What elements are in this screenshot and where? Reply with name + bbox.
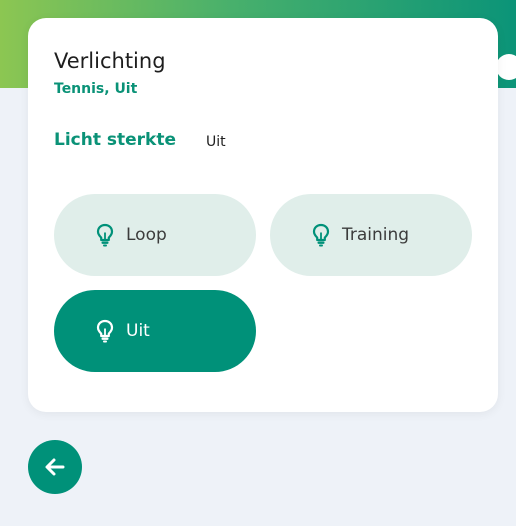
light-strength-label: Licht sterkte <box>54 130 177 150</box>
card-title: Verlichting <box>54 49 166 73</box>
lightbulb-icon <box>96 223 114 247</box>
card-subtitle: Tennis, Uit <box>54 81 138 97</box>
light-strength-value: Uit <box>206 134 226 150</box>
mode-button-uit[interactable]: Uit <box>54 290 256 372</box>
lightbulb-icon <box>96 319 114 343</box>
mode-label-uit: Uit <box>126 321 150 341</box>
mode-button-loop[interactable]: Loop <box>54 194 256 276</box>
lightbulb-icon <box>312 223 330 247</box>
mode-button-training[interactable]: Training <box>270 194 472 276</box>
back-button[interactable] <box>28 440 82 494</box>
lighting-card: Verlichting Tennis, Uit Licht sterkte Ui… <box>28 18 498 412</box>
arrow-left-icon <box>45 458 65 476</box>
side-indicator <box>496 54 516 80</box>
mode-label-training: Training <box>342 225 410 245</box>
mode-label-loop: Loop <box>126 225 167 245</box>
